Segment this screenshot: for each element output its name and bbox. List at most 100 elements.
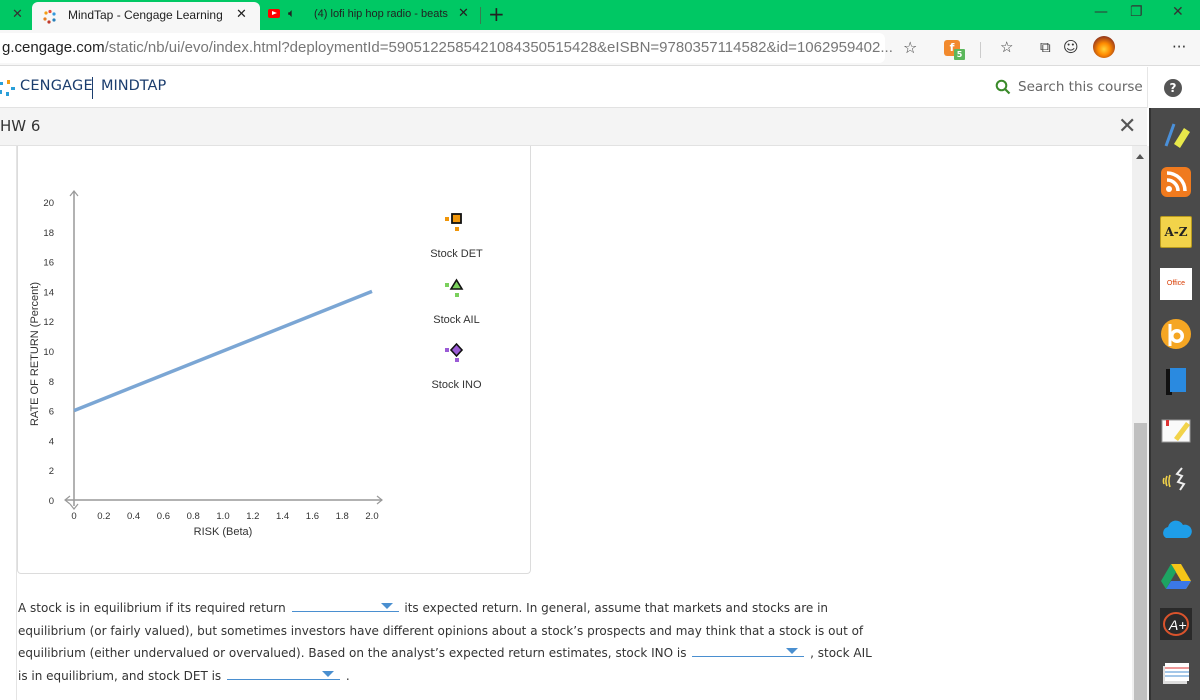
x-tick-label: 0.6 bbox=[157, 511, 170, 522]
assignment-title: HW 6 bbox=[0, 117, 41, 135]
question-text: A stock is in equilibrium if its require… bbox=[18, 597, 878, 687]
readspeaker-icon[interactable] bbox=[1160, 462, 1192, 494]
url-host: g.cengage.com bbox=[2, 39, 105, 56]
youtube-icon bbox=[268, 9, 280, 18]
mindtap-header: CENGAGE MINDTAP Search this course bbox=[0, 67, 1147, 108]
help-icon[interactable]: ? bbox=[1164, 79, 1182, 97]
marker-handle[interactable] bbox=[445, 348, 449, 352]
glossary-az-icon[interactable]: A-Z bbox=[1160, 216, 1192, 248]
notebook-icon[interactable] bbox=[1160, 414, 1192, 446]
profile-avatar[interactable] bbox=[1093, 36, 1115, 58]
new-tab-button[interactable]: + bbox=[488, 2, 505, 26]
close-assignment-button[interactable]: ✕ bbox=[1118, 114, 1136, 139]
legend-label: Stock INO bbox=[431, 379, 482, 391]
url-path: /static/nb/ui/evo/index.html?deploymentI… bbox=[104, 39, 893, 56]
y-tick-label: 12 bbox=[43, 317, 54, 328]
y-tick-label: 14 bbox=[43, 287, 54, 298]
minimize-button[interactable]: — bbox=[1094, 4, 1108, 20]
legend-item-stock-ail[interactable]: Stock AIL bbox=[433, 278, 480, 326]
bookshelf-icon[interactable] bbox=[1160, 318, 1192, 350]
y-tick-label: 4 bbox=[49, 436, 54, 447]
x-tick-label: 1.8 bbox=[336, 511, 349, 522]
book-icon[interactable] bbox=[1160, 366, 1192, 398]
tab-mindtap[interactable]: MindTap - Cengage Learning ✕ bbox=[32, 2, 260, 32]
favorites-icon[interactable]: ☆ bbox=[1000, 38, 1013, 56]
more-menu-button[interactable]: ··· bbox=[1172, 38, 1186, 56]
url-text[interactable]: g.cengage.com/static/nb/ui/evo/index.htm… bbox=[2, 39, 893, 56]
dropdown-stock-ino[interactable] bbox=[692, 643, 805, 657]
y-tick-label: 18 bbox=[43, 228, 54, 239]
brand-cengage: CENGAGE bbox=[20, 78, 93, 94]
highlighter-icon[interactable] bbox=[1160, 118, 1192, 150]
google-drive-icon[interactable] bbox=[1160, 560, 1192, 592]
scroll-up-arrow[interactable] bbox=[1136, 154, 1144, 159]
y-tick-label: 8 bbox=[49, 377, 54, 388]
extension-badge: 5 bbox=[954, 49, 965, 60]
y-tick-label: 16 bbox=[43, 258, 54, 269]
question-part-1: A stock is in equilibrium if its require… bbox=[18, 601, 286, 615]
x-tick-label: 1.6 bbox=[306, 511, 319, 522]
assignment-bar: HW 6 ✕ bbox=[0, 108, 1147, 146]
dropdown-arrow-icon[interactable] bbox=[380, 603, 393, 609]
previous-tab[interactable]: ✕ bbox=[0, 0, 30, 30]
tab-title: (4) lofi hip hop radio - beats bbox=[314, 8, 448, 20]
marker-handle[interactable] bbox=[445, 283, 449, 287]
rss-icon[interactable] bbox=[1160, 166, 1192, 198]
marker-handle[interactable] bbox=[445, 217, 449, 221]
x-tick-label: 1.2 bbox=[246, 511, 259, 522]
speaker-icon[interactable]: 🔈︎ bbox=[288, 6, 295, 21]
y-axis-label: RATE OF RETURN (Percent) bbox=[29, 282, 41, 426]
toolbar-separator bbox=[980, 42, 981, 58]
address-bar-row: g.cengage.com/static/nb/ui/evo/index.htm… bbox=[0, 30, 1200, 66]
x-tick-label: 0 bbox=[71, 511, 76, 522]
window-close-button[interactable]: ✕ bbox=[1172, 4, 1184, 20]
help-area: ? bbox=[1147, 67, 1200, 108]
address-bar[interactable]: g.cengage.com/static/nb/ui/evo/index.htm… bbox=[0, 33, 893, 63]
app-dock: A-Z Office A+ bbox=[1149, 108, 1200, 700]
x-tick-label: 0.8 bbox=[187, 511, 200, 522]
restore-button[interactable]: ❐ bbox=[1130, 4, 1143, 20]
dropdown-arrow-icon[interactable] bbox=[322, 670, 335, 677]
y-tick-label: 10 bbox=[43, 347, 54, 358]
marker-handle[interactable] bbox=[455, 227, 459, 231]
sml-chart: 0 2 4 6 8 10 12 14 16 18 20 0 0.2 0.4 0.6 0.8 1.0 1.2 1.4 1… bbox=[29, 190, 483, 538]
content-scrollbar[interactable] bbox=[1132, 146, 1149, 700]
legend-label: Stock DET bbox=[430, 248, 483, 260]
close-icon[interactable]: ✕ bbox=[236, 7, 247, 22]
dropdown-arrow-icon[interactable] bbox=[786, 648, 799, 654]
legend-label: Stock AIL bbox=[433, 314, 479, 326]
office-label: Office bbox=[1166, 280, 1186, 287]
y-tick-label: 0 bbox=[49, 496, 54, 507]
tab-youtube[interactable]: 🔈︎ (4) lofi hip hop radio - beats ✕ bbox=[266, 0, 478, 30]
dropdown-stock-det[interactable] bbox=[227, 666, 341, 680]
triangle-marker-icon[interactable] bbox=[449, 278, 464, 290]
add-favorite-icon[interactable]: ☆ bbox=[903, 38, 917, 57]
left-gutter bbox=[0, 146, 17, 700]
collections-icon[interactable]: ⧉ bbox=[1040, 38, 1051, 56]
feedback-icon[interactable]: ☺ bbox=[1063, 38, 1079, 56]
x-tick-label: 2.0 bbox=[365, 511, 378, 522]
search-icon[interactable] bbox=[995, 79, 1011, 95]
aplus-icon[interactable]: A+ bbox=[1160, 608, 1192, 640]
dropdown-required-vs-expected[interactable] bbox=[291, 598, 399, 612]
diamond-marker-icon[interactable] bbox=[449, 342, 464, 358]
close-icon[interactable]: ✕ bbox=[458, 6, 469, 21]
square-marker-icon[interactable] bbox=[451, 213, 462, 224]
tab-title: MindTap - Cengage Learning bbox=[68, 8, 223, 22]
legend-item-stock-det[interactable]: Stock DET bbox=[430, 213, 483, 260]
flashcards-icon[interactable] bbox=[1160, 658, 1192, 690]
scroll-thumb[interactable] bbox=[1134, 423, 1147, 700]
cengage-favicon bbox=[43, 9, 56, 24]
onedrive-icon[interactable] bbox=[1160, 512, 1192, 544]
x-tick-label: 0.4 bbox=[127, 511, 140, 522]
y-tick-label: 6 bbox=[49, 407, 54, 418]
close-icon[interactable]: ✕ bbox=[12, 7, 23, 22]
extension-icon[interactable]: f5 bbox=[944, 40, 965, 60]
security-market-line bbox=[73, 289, 373, 413]
office-icon[interactable]: Office bbox=[1160, 268, 1192, 300]
x-tick-label: 0.2 bbox=[97, 511, 110, 522]
legend-item-stock-ino[interactable]: Stock INO bbox=[431, 342, 482, 391]
search-course-input[interactable]: Search this course bbox=[1018, 79, 1143, 95]
marker-handle[interactable] bbox=[455, 293, 459, 297]
marker-handle[interactable] bbox=[455, 358, 459, 362]
